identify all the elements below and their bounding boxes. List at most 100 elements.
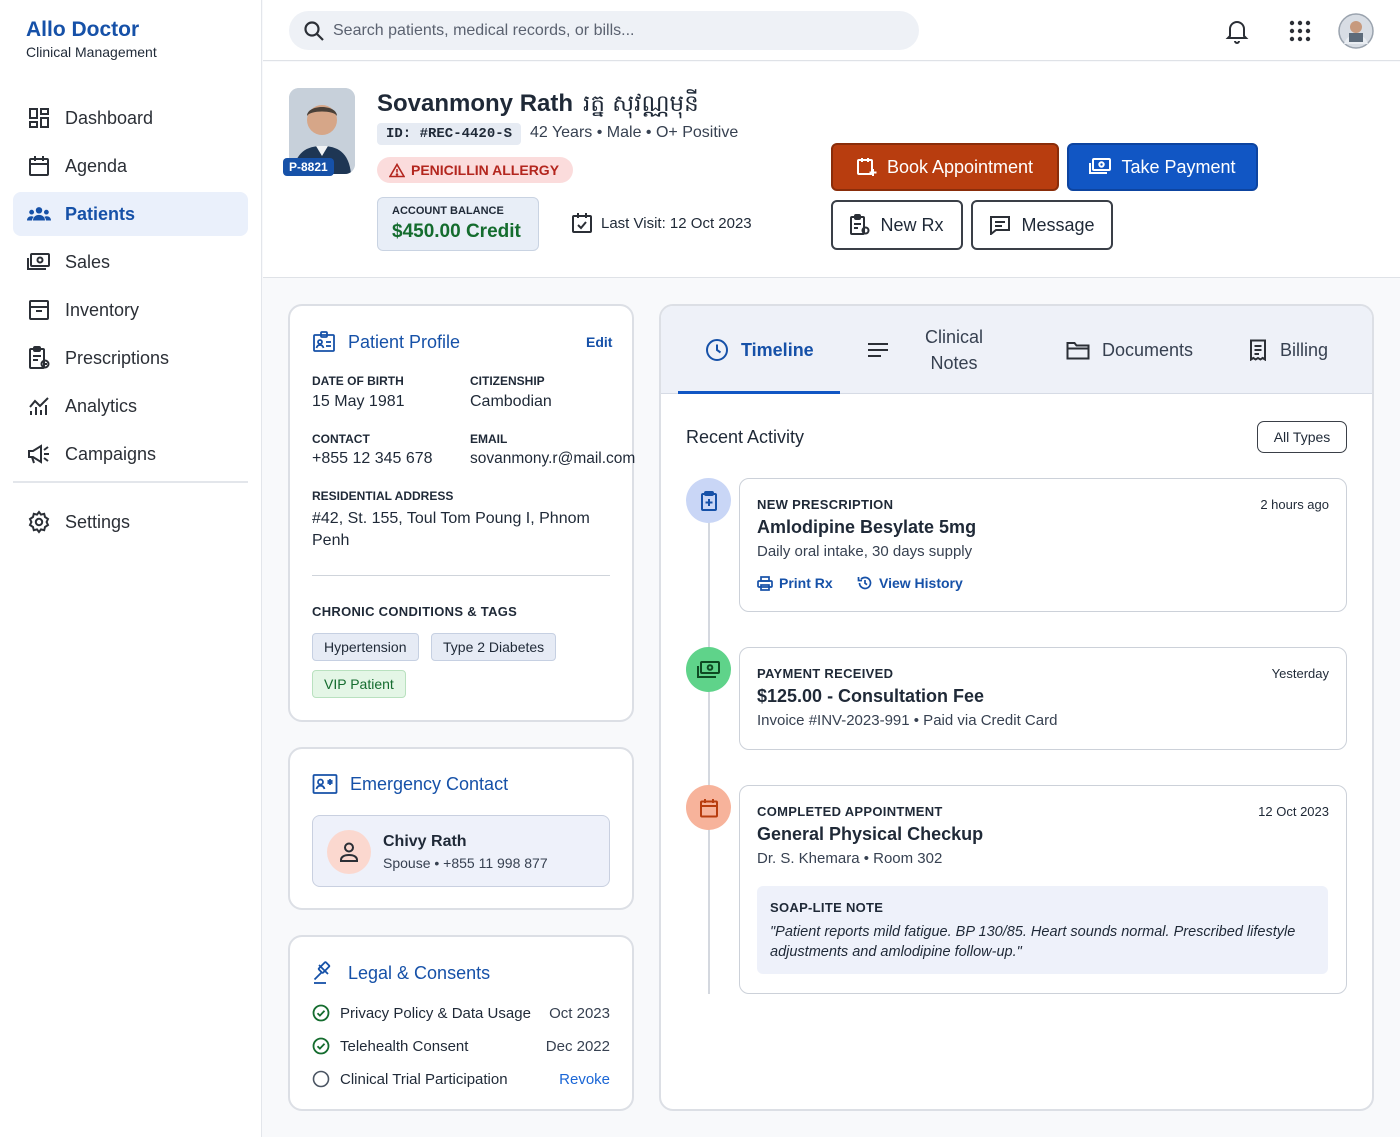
sidebar-item-label: Agenda [65,155,128,176]
print-rx-link[interactable]: Print Rx [757,575,833,591]
timeline-line [708,502,710,994]
emergency-contact-details: Spouse • +855 11 998 877 [383,855,548,871]
person-icon [327,830,371,874]
sidebar-item-sales[interactable]: Sales [13,240,248,284]
archive-icon [27,298,51,322]
dob-value: 15 May 1981 [312,393,405,410]
id-card-icon [312,330,336,354]
tab-documents[interactable]: Documents [1066,306,1193,394]
sidebar-item-label: Prescriptions [65,347,170,368]
search-bar[interactable] [289,11,919,50]
patient-name: Sovanmony Rath រត្ន សុវណ្ណមុនី [377,90,699,117]
condition-tag: Hypertension [312,633,419,661]
timeline-event-card: COMPLETED APPOINTMENT 12 Oct 2023 Genera… [739,785,1347,994]
edit-profile-link[interactable]: Edit [586,334,612,350]
gear-icon [27,510,51,534]
calendar-add-icon [856,157,877,177]
sidebar-item-prescriptions[interactable]: Prescriptions [13,336,248,380]
search-input[interactable] [333,21,893,40]
view-history-link[interactable]: View History [857,575,963,591]
calendar-icon [27,154,51,178]
sidebar-item-label: Inventory [65,299,140,320]
email-label: EMAIL [470,432,508,446]
apps-grid-icon[interactable] [1289,20,1311,42]
consent-row[interactable]: Telehealth Consent Dec 2022 [312,1037,610,1055]
sidebar-item-label: Analytics [65,395,138,416]
account-balance: ACCOUNT BALANCE $450.00 Credit [377,197,539,251]
consent-label: Telehealth Consent [340,1037,469,1055]
tab-bar: Timeline Clinical Notes Documents Billin… [661,306,1372,394]
consent-row[interactable]: Privacy Policy & Data Usage Oct 2023 [312,1004,610,1022]
new-rx-button[interactable]: New Rx [831,200,963,250]
warning-icon [389,162,405,178]
sidebar-item-dashboard[interactable]: Dashboard [13,96,248,140]
appointment-event-icon [686,785,731,830]
cash-icon [1089,158,1112,176]
sidebar-divider [13,481,248,483]
consent-label: Clinical Trial Participation [340,1070,508,1088]
check-circle-icon [312,1004,330,1022]
app-title[interactable]: Allo Doctor [26,18,139,42]
calendar-check-icon [571,212,593,234]
contact-label: CONTACT [312,432,370,446]
patient-header: P-8821 Sovanmony Rath រត្ន សុវណ្ណមុនី ID:… [263,62,1400,278]
sidebar-item-settings[interactable]: Settings [13,500,248,544]
emergency-contact-entry[interactable]: Chivy Rath Spouse • +855 11 998 877 [312,815,610,887]
dashboard-icon [27,106,51,130]
conditions-label: CHRONIC CONDITIONS & TAGS [312,604,518,619]
message-button[interactable]: Message [971,200,1113,250]
dob-label: DATE OF BIRTH [312,374,404,388]
sidebar-item-inventory[interactable]: Inventory [13,288,248,332]
legal-consents-title: Legal & Consents [312,961,490,985]
contact-card-icon [312,773,338,795]
balance-label: ACCOUNT BALANCE [392,205,504,217]
soap-note-label: SOAP-LITE NOTE [770,900,884,915]
tab-billing[interactable]: Billing [1248,306,1328,394]
payment-event-icon [686,647,731,692]
soap-note: SOAP-LITE NOTE "Patient reports mild fat… [757,886,1328,974]
event-time: 2 hours ago [1260,497,1329,512]
message-icon [989,215,1011,235]
patient-photo-badge: P-8821 [283,158,334,176]
event-subtitle: Invoice #INV-2023-991 • Paid via Credit … [757,712,1058,729]
event-subtitle: Dr. S. Khemara • Room 302 [757,850,943,867]
record-id: ID: #REC-4420-S [377,123,522,145]
event-type: COMPLETED APPOINTMENT [757,804,943,819]
patient-name-khmer: រត្ន សុវណ្ណមុនី [583,91,699,117]
balance-value: $450.00 Credit [392,221,521,242]
topbar [263,0,1400,61]
sidebar-item-analytics[interactable]: Analytics [13,384,248,428]
active-tab-indicator [678,391,840,394]
consent-date: Oct 2023 [549,1004,610,1022]
user-avatar[interactable] [1338,13,1374,49]
sidebar-item-label: Settings [65,511,131,532]
timeline-event-card: PAYMENT RECEIVED Yesterday $125.00 - Con… [739,647,1347,750]
clock-icon [705,338,729,362]
patient-meta: 42 Years • Male • O+ Positive [530,124,739,141]
sidebar-item-agenda[interactable]: Agenda [13,144,248,188]
group-icon [27,202,51,226]
citizenship-value: Cambodian [470,393,552,410]
tab-timeline[interactable]: Timeline [705,306,814,394]
empty-circle-icon [312,1070,330,1088]
revoke-link[interactable]: Revoke [559,1071,610,1088]
gavel-icon [312,961,336,985]
event-title: General Physical Checkup [757,824,984,844]
event-subtitle: Daily oral intake, 30 days supply [757,543,973,560]
sidebar-item-patients[interactable]: Patients [13,192,248,236]
event-type: PAYMENT RECEIVED [757,666,894,681]
event-time: 12 Oct 2023 [1258,804,1329,819]
cash-icon [27,250,51,274]
activity-filter-dropdown[interactable]: All Types [1257,421,1347,453]
condition-tag: Type 2 Diabetes [431,633,557,661]
take-payment-button[interactable]: Take Payment [1067,143,1258,191]
recent-activity-title: Recent Activity [686,427,805,447]
tab-clinical-notes[interactable]: Clinical Notes [867,306,983,394]
consent-row: Clinical Trial Participation Revoke [312,1070,610,1088]
notes-lines-icon [867,342,889,358]
bell-icon[interactable] [1225,18,1249,44]
patient-profile-title: Patient Profile [312,330,460,354]
book-appointment-button[interactable]: Book Appointment [831,143,1059,191]
sidebar: Allo Doctor Clinical Management Dashboar… [0,0,262,1137]
sidebar-item-campaigns[interactable]: Campaigns [13,432,248,476]
